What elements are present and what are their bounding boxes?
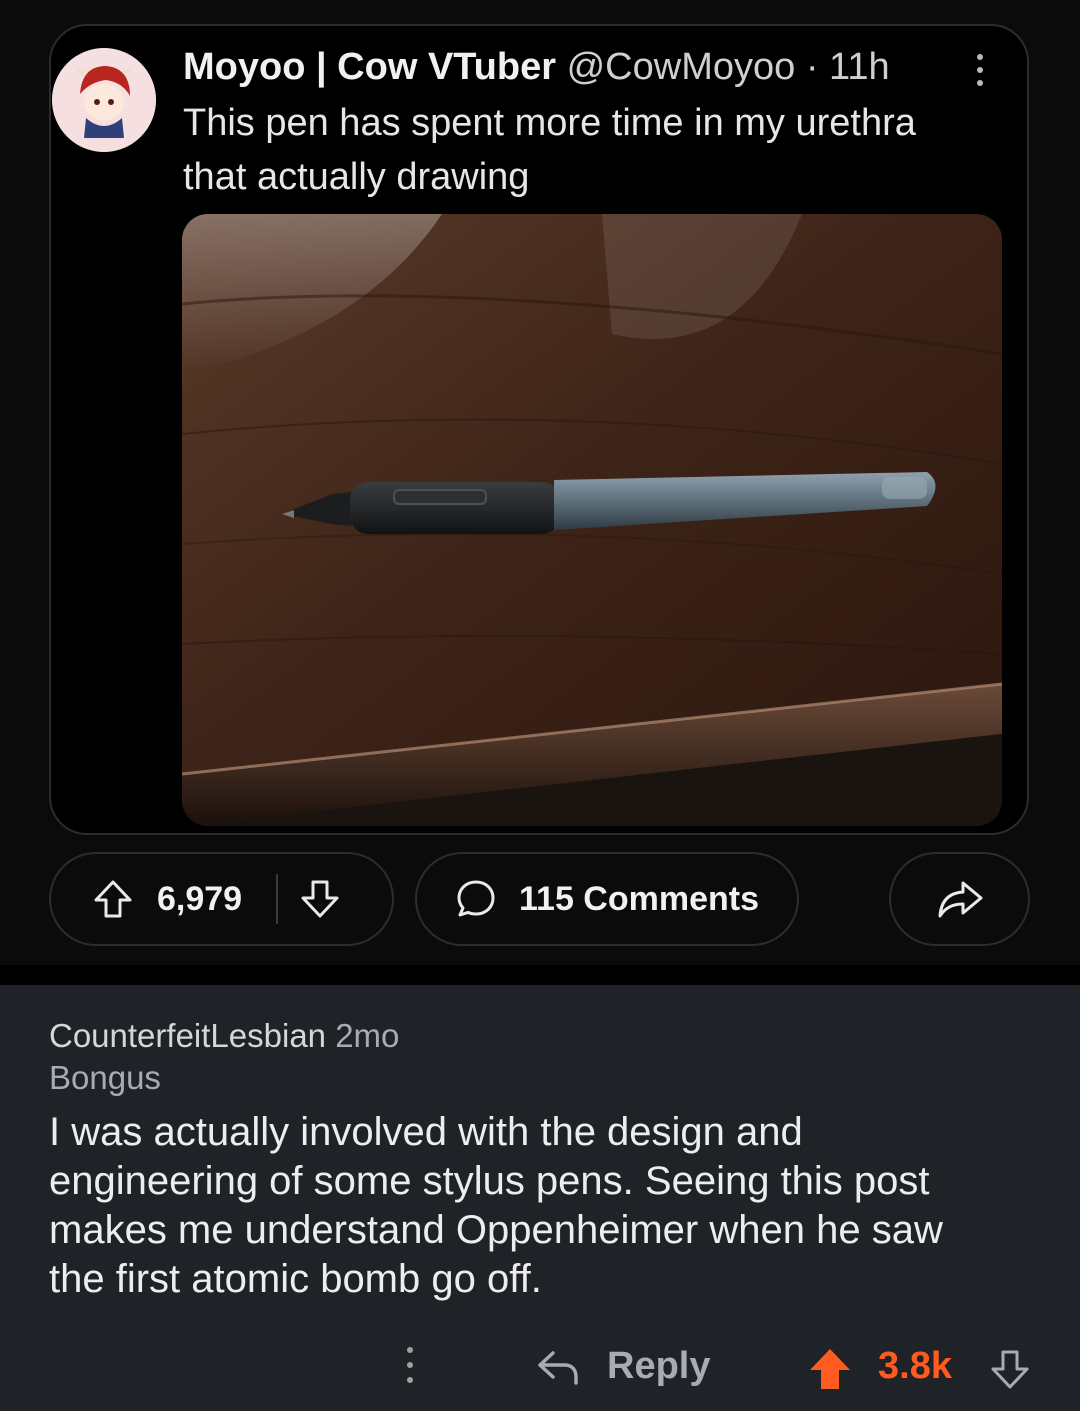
- speech-bubble-icon: [455, 878, 497, 920]
- upvote-count: 6,979: [157, 879, 243, 918]
- tweet-header: Moyoo | Cow VTuber @CowMoyoo · 11h: [183, 44, 890, 90]
- comments-label: 115 Comments: [519, 879, 759, 918]
- reply-button[interactable]: Reply: [607, 1345, 710, 1388]
- user-flair: Bongus: [49, 1059, 161, 1096]
- comment-downvote-icon[interactable]: [988, 1347, 1032, 1396]
- tweet-handle[interactable]: @CowMoyoo: [567, 46, 796, 88]
- vote-control: 6,979: [49, 852, 394, 946]
- tweet-separator: ·: [805, 46, 819, 88]
- share-arrow-icon: [935, 877, 985, 921]
- comment-actions: Reply 3.8k: [0, 1335, 1080, 1405]
- downvote-icon[interactable]: [298, 877, 342, 921]
- tweet-text: This pen has spent more time in my ureth…: [183, 102, 916, 198]
- more-options-icon[interactable]: [972, 54, 988, 90]
- tweet-display-name[interactable]: Moyoo | Cow VTuber: [183, 46, 556, 88]
- comment-age: 2mo: [335, 1017, 400, 1054]
- reply-arrow-icon[interactable]: [535, 1345, 581, 1396]
- comments-button[interactable]: 115 Comments: [415, 852, 799, 946]
- comment-upvote-icon[interactable]: [806, 1345, 854, 1398]
- comment-username[interactable]: CounterfeitLesbian: [49, 1017, 326, 1054]
- tweet-time: 11h: [829, 46, 890, 88]
- avatar: [52, 48, 156, 152]
- vote-divider: [276, 874, 279, 924]
- comment-meta: CounterfeitLesbian 2mo: [49, 1015, 399, 1057]
- comment-body: I was actually involved with the design …: [49, 1110, 943, 1301]
- upvote-icon[interactable]: [91, 877, 135, 921]
- tweet-photo[interactable]: [182, 214, 1002, 826]
- comment-score: 3.8k: [878, 1345, 952, 1387]
- comment-more-icon[interactable]: [402, 1347, 418, 1399]
- share-button[interactable]: [889, 852, 1030, 946]
